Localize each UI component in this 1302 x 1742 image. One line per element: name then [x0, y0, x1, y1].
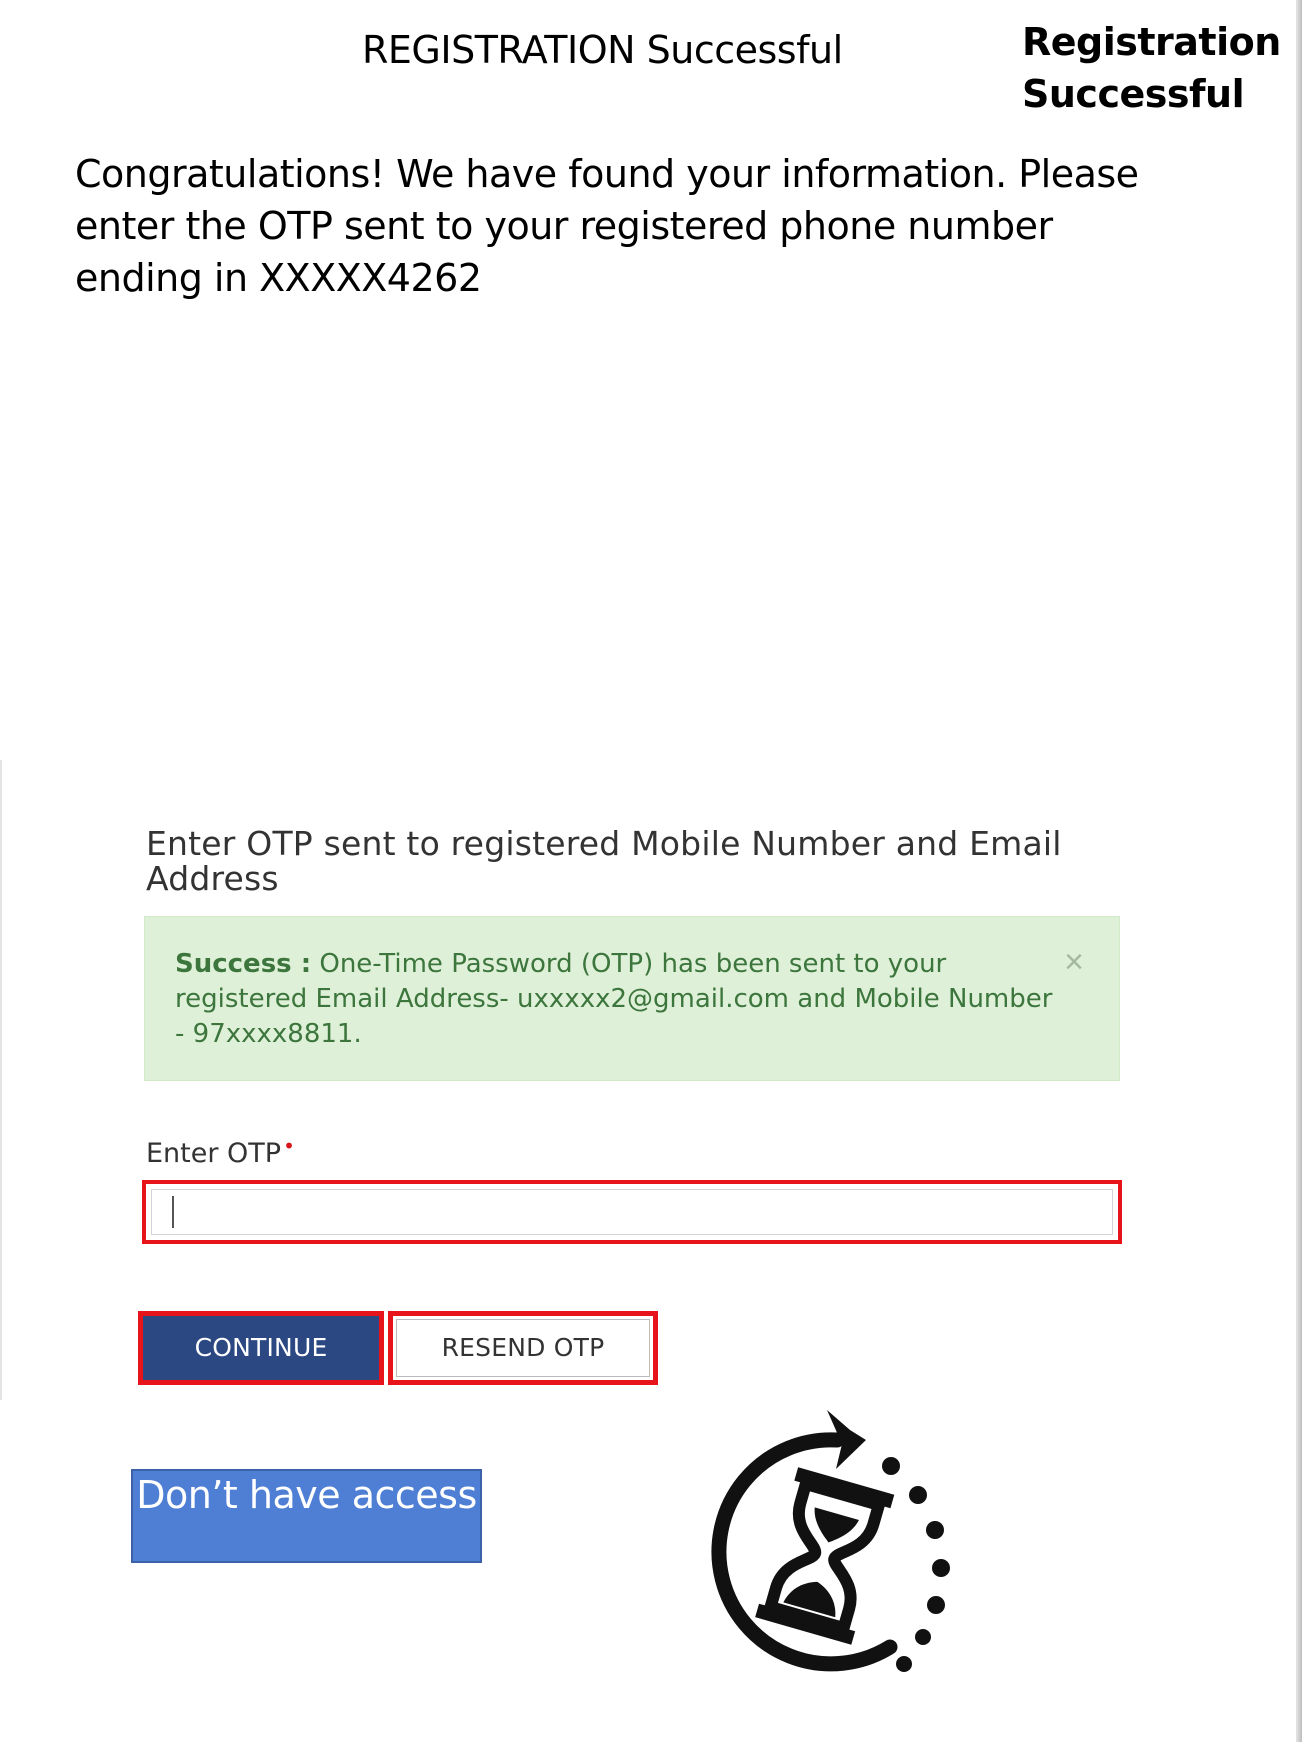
dotted-arc-icon: [882, 1457, 950, 1672]
resend-otp-label: RESEND OTP: [441, 1333, 605, 1362]
resend-otp-button[interactable]: RESEND OTP: [388, 1311, 658, 1385]
otp-input[interactable]: [142, 1180, 1122, 1244]
page-title: REGISTRATION Successful: [362, 28, 843, 72]
side-title: Registration Successful: [1022, 20, 1281, 116]
otp-field-label: Enter OTP •: [146, 1134, 295, 1169]
congratulations-message: Congratulations! We have found your info…: [75, 152, 1139, 300]
continue-button[interactable]: CONTINUE: [138, 1311, 384, 1385]
left-edge-divider: [0, 760, 2, 1400]
success-alert-label: Success :: [175, 949, 312, 979]
close-icon[interactable]: ×: [1059, 945, 1089, 979]
dont-have-access-button[interactable]: Don’t have access: [131, 1469, 482, 1563]
required-marker: •: [283, 1134, 295, 1158]
hourglass-icon: [755, 1467, 895, 1645]
text-caret: [172, 1196, 174, 1228]
success-alert-text: Success : One-Time Password (OTP) has be…: [175, 947, 1055, 1052]
page-edge-divider: [1296, 0, 1302, 1742]
success-alert: Success : One-Time Password (OTP) has be…: [144, 916, 1120, 1081]
otp-section-heading: Enter OTP sent to registered Mobile Numb…: [146, 824, 1062, 898]
otp-field-label-text: Enter OTP: [146, 1138, 282, 1169]
otp-input-inner-border: [151, 1189, 1113, 1235]
hourglass-refresh-icon: [711, 1410, 950, 1672]
